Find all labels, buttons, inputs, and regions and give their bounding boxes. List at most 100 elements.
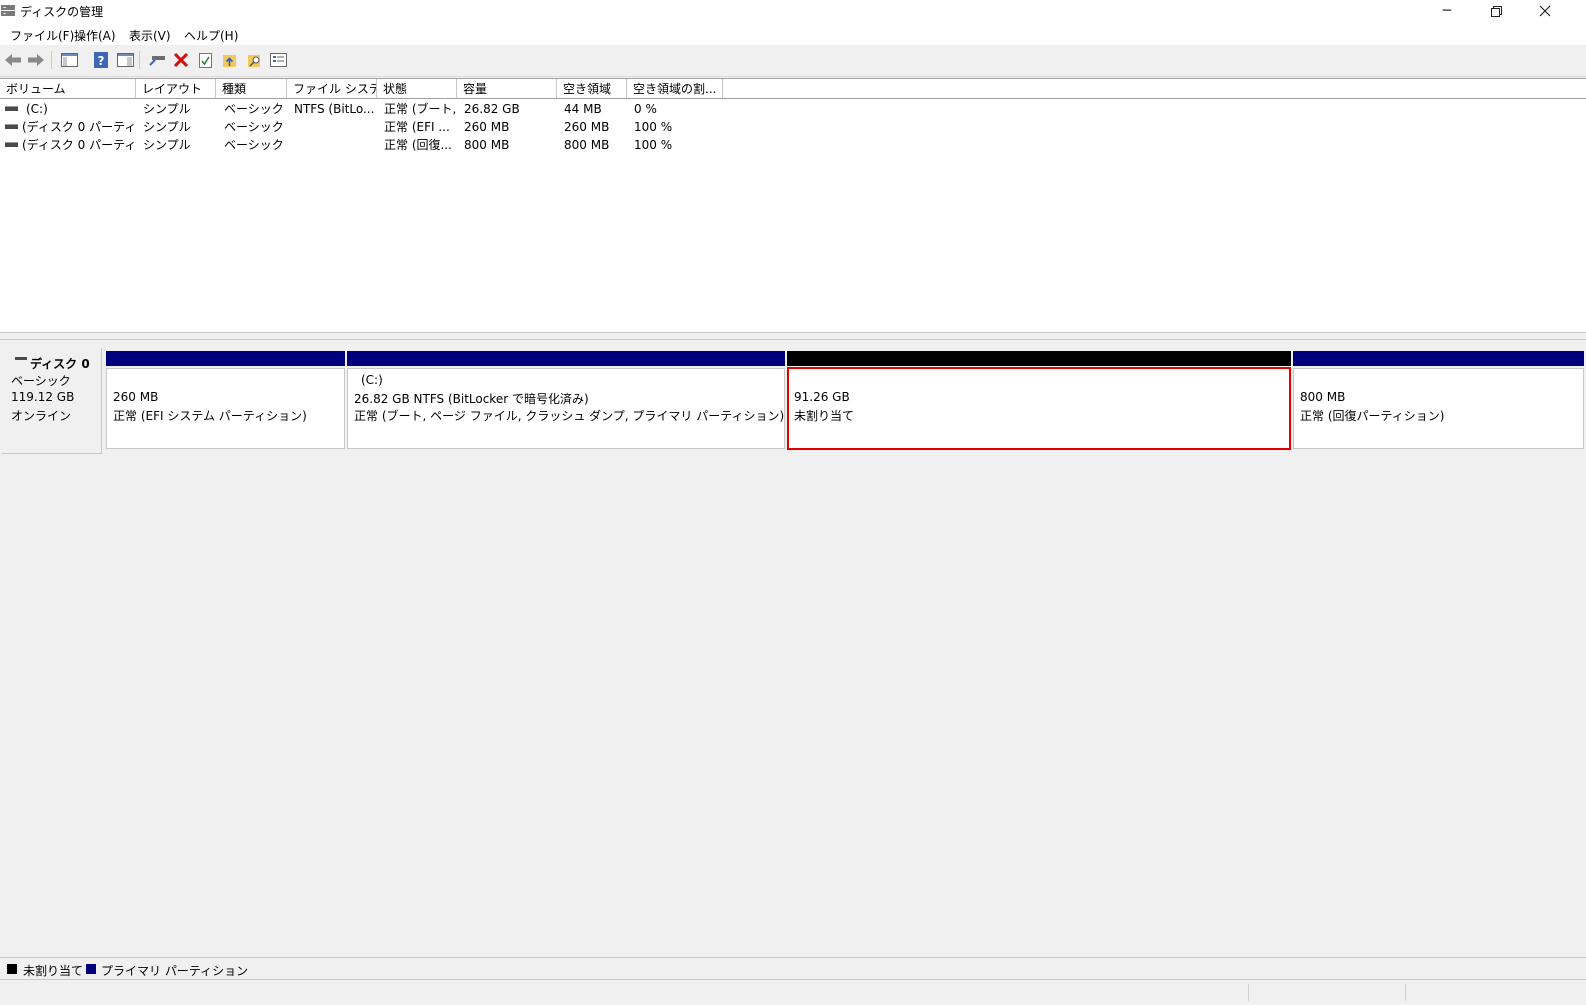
menu-help[interactable]: ヘルプ(H) — [184, 27, 238, 44]
partition-body: (C:) 26.82 GB NTFS (BitLocker で暗号化済み) 正常… — [347, 368, 785, 449]
partition-size: 800 MB — [1300, 390, 1346, 404]
status-separator — [1248, 984, 1249, 1001]
cell-layout: シンプル — [143, 120, 191, 134]
up-folder-icon — [222, 54, 236, 67]
partition-size: 26.82 GB NTFS (BitLocker で暗号化済み) — [354, 392, 589, 406]
disk-state: オンライン — [11, 409, 72, 423]
partition-body: 260 MB 正常 (EFI システム パーティション) — [106, 368, 345, 449]
disk-name: ディスク 0 — [30, 357, 90, 371]
legend-unallocated: 未割り当て — [23, 964, 84, 978]
cell-free-percent: 100 % — [634, 120, 673, 134]
partition-status: 正常 (回復パーティション) — [1300, 409, 1445, 423]
partition-status: 未割り当て — [794, 409, 855, 423]
help-button[interactable]: ? — [92, 51, 110, 69]
close-icon — [1539, 5, 1551, 17]
close-button[interactable] — [1522, 0, 1568, 22]
column-header-free-space[interactable]: 空き領域 — [557, 79, 627, 98]
search-folder-button[interactable] — [245, 51, 263, 69]
column-header-volume[interactable]: ボリューム — [0, 79, 136, 98]
disk-type: ベーシック — [11, 374, 71, 388]
volume-column-headers: ボリューム レイアウト 種類 ファイル システム 状態 容量 空き領域 空き領域… — [0, 79, 1586, 99]
column-header-status[interactable]: 状態 — [377, 79, 457, 98]
search-folder-icon — [247, 54, 260, 67]
volume-row[interactable]: (ディスク 0 パーティショ... シンプル ベーシック 正常 (EFI ...… — [0, 118, 1586, 136]
drive-icon — [5, 142, 18, 147]
volume-row[interactable]: (ディスク 0 パーティショ... シンプル ベーシック 正常 (回復... 8… — [0, 136, 1586, 154]
disk-management-app-icon — [1, 5, 15, 16]
cell-status: 正常 (ブート,... — [384, 102, 456, 116]
delete-button[interactable] — [172, 51, 190, 69]
toolbar-separator — [51, 51, 52, 69]
column-header-layout[interactable]: レイアウト — [136, 79, 216, 98]
cell-volume: (ディスク 0 パーティショ... — [22, 120, 134, 134]
legend-swatch-unallocated — [7, 964, 17, 974]
toolbar: ? — [0, 45, 1586, 77]
forward-button[interactable] — [27, 51, 45, 69]
menu-action[interactable]: 操作(A) — [74, 27, 116, 44]
cell-layout: シンプル — [143, 102, 191, 116]
partition-size: 260 MB — [113, 390, 159, 404]
partition-efi[interactable]: 260 MB 正常 (EFI システム パーティション) — [106, 351, 345, 449]
cell-file-system — [294, 136, 376, 154]
cell-free-space: 260 MB — [564, 120, 610, 134]
list-view-button[interactable] — [269, 51, 287, 69]
console-tree-button[interactable] — [60, 51, 78, 69]
cell-capacity: 260 MB — [464, 120, 510, 134]
column-header-capacity[interactable]: 容量 — [457, 79, 557, 98]
connect-drive-button[interactable] — [148, 51, 166, 69]
cell-free-space: 44 MB — [564, 102, 602, 116]
disk-info[interactable]: ディスク 0 ベーシック 119.12 GB オンライン — [2, 348, 102, 454]
cell-status: 正常 (EFI ... — [384, 120, 450, 134]
legend-swatch-primary — [86, 964, 96, 974]
pane-splitter[interactable] — [0, 332, 1586, 340]
column-header-free-percent[interactable]: 空き領域の割... — [627, 79, 723, 98]
minimize-icon: ─ — [1442, 3, 1452, 19]
disk-map-panel: ディスク 0 ベーシック 119.12 GB オンライン 260 MB 正常 (… — [0, 340, 1586, 955]
minimize-button[interactable]: ─ — [1424, 0, 1470, 22]
partition-label: (C:) — [361, 373, 383, 387]
cell-free-percent: 0 % — [634, 102, 657, 116]
title-bar: ディスクの管理 ─ — [0, 0, 1586, 22]
partition-body: 91.26 GB 未割り当て — [787, 368, 1291, 449]
restore-button[interactable] — [1473, 0, 1519, 22]
column-header-file-system[interactable]: ファイル システム — [287, 79, 377, 98]
column-header-type[interactable]: 種類 — [216, 79, 287, 98]
cell-layout: シンプル — [143, 138, 191, 152]
partition-recovery[interactable]: 800 MB 正常 (回復パーティション) — [1293, 351, 1584, 449]
partition-unallocated[interactable]: 91.26 GB 未割り当て — [787, 351, 1291, 450]
delete-icon — [174, 53, 188, 67]
cell-file-system: NTFS (BitLo... — [294, 102, 375, 116]
up-folder-button[interactable] — [220, 51, 238, 69]
connect-drive-icon — [148, 56, 165, 66]
show-action-pane-button[interactable] — [116, 51, 134, 69]
cell-free-space: 800 MB — [564, 138, 610, 152]
cell-file-system — [294, 118, 376, 136]
partition-body: 800 MB 正常 (回復パーティション) — [1293, 368, 1584, 449]
volume-row[interactable]: (C:) シンプル ベーシック NTFS (BitLo... 正常 (ブート,.… — [0, 100, 1586, 118]
cell-capacity: 26.82 GB — [464, 102, 520, 116]
window-title: ディスクの管理 — [20, 5, 104, 19]
cell-type: ベーシック — [224, 120, 284, 134]
status-separator — [1405, 984, 1406, 1001]
volume-list: ボリューム レイアウト 種類 ファイル システム 状態 容量 空き領域 空き領域… — [0, 78, 1586, 333]
disk-size: 119.12 GB — [11, 390, 75, 404]
partition-color-bar — [347, 351, 785, 366]
cell-volume: (C:) — [26, 102, 48, 116]
restore-icon — [1490, 5, 1502, 17]
legend-primary: プライマリ パーティション — [101, 964, 249, 978]
partition-size: 91.26 GB — [794, 390, 850, 404]
partition-status: 正常 (EFI システム パーティション) — [113, 409, 307, 423]
back-button[interactable] — [4, 51, 22, 69]
cell-type: ベーシック — [224, 138, 284, 152]
properties-button[interactable] — [196, 51, 214, 69]
partition-c[interactable]: (C:) 26.82 GB NTFS (BitLocker で暗号化済み) 正常… — [347, 351, 785, 449]
partition-color-bar — [787, 351, 1291, 366]
svg-text:?: ? — [98, 54, 105, 68]
partition-color-bar — [1293, 351, 1584, 366]
show-action-pane-icon — [116, 53, 134, 67]
cell-status: 正常 (回復... — [384, 138, 452, 152]
menu-view[interactable]: 表示(V) — [129, 27, 171, 44]
menu-file[interactable]: ファイル(F) — [10, 27, 74, 44]
drive-icon — [5, 124, 18, 129]
console-tree-icon — [60, 53, 78, 67]
